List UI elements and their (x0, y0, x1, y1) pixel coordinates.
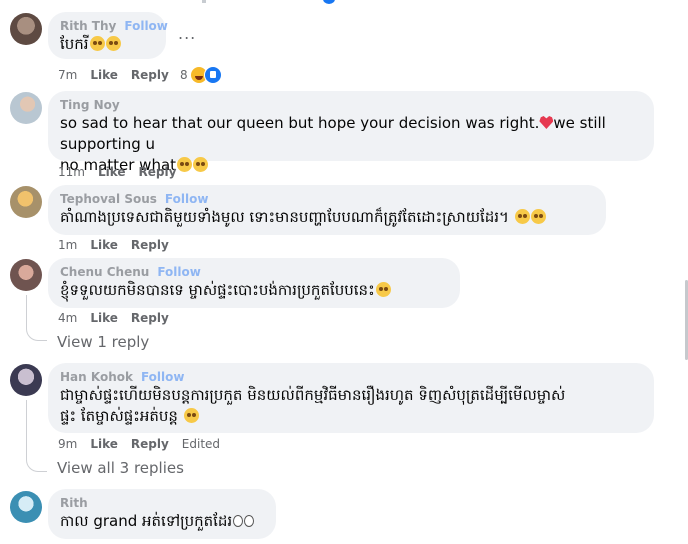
comment-actions: 1m Like Reply (58, 237, 182, 253)
pleading-emoji-icon (105, 36, 121, 51)
comment-time[interactable]: 4m (58, 310, 77, 326)
follow-link[interactable]: Follow (165, 192, 209, 206)
comment-text: so sad to hear that our queen but hope y… (60, 114, 540, 132)
more-options-icon[interactable]: ... (178, 24, 196, 43)
comment-author[interactable]: Rith Thy (60, 19, 116, 33)
comment-time[interactable]: 1m (58, 237, 77, 253)
thread-line (26, 295, 27, 327)
comment-text: គាំណាងប្រទេសជាតិមួយទាំងមូល ទោះមានបញ្ហាបែ… (60, 208, 509, 226)
comment-author[interactable]: Han Kohok (60, 370, 133, 384)
smile-emoji-icon (514, 209, 530, 224)
comment-time[interactable]: 11m (58, 164, 85, 180)
like-button[interactable]: Like (90, 436, 118, 452)
top-blue-indicator (323, 0, 335, 4)
follow-link[interactable]: Follow (157, 265, 201, 279)
comment-time[interactable]: 9m (58, 436, 77, 452)
avatar[interactable] (10, 259, 42, 291)
smiling-hearts-emoji-icon (193, 157, 209, 172)
comment-actions: 7m Like Reply (58, 67, 182, 83)
comment-author[interactable]: Chenu Chenu (60, 265, 149, 279)
comment-actions: 11m Like Reply (58, 164, 189, 180)
reaction-count: 8 (180, 68, 188, 82)
comment-bubble: Chenu Chenu Follow ខ្ញុំទទួលយកមិនបានទេ ម្… (48, 258, 460, 308)
comment-bubble: Ting Noy so sad to hear that our queen b… (48, 91, 654, 174)
avatar[interactable] (10, 186, 42, 218)
comment-actions: 4m Like Reply (58, 310, 182, 326)
top-divider-fragment (202, 0, 206, 3)
view-replies-link[interactable]: View 1 reply (57, 333, 149, 351)
like-button[interactable]: Like (98, 164, 126, 180)
comment-author[interactable]: Rith (60, 496, 264, 511)
reply-button[interactable]: Reply (131, 310, 169, 326)
reply-button[interactable]: Reply (139, 164, 177, 180)
thread-connector (26, 457, 47, 472)
reply-button[interactable]: Reply (131, 436, 169, 452)
like-button[interactable]: Like (90, 67, 118, 83)
comment-actions: 9m Like Reply Edited (58, 436, 233, 452)
reaction-summary[interactable]: 8 (180, 66, 222, 84)
avatar[interactable] (10, 364, 42, 396)
comment-text-line2: ផ្ទះ តែម្ចាស់ផ្ទះអត់បន្ត (60, 407, 178, 425)
comment-time[interactable]: 7m (58, 67, 77, 83)
follow-link[interactable]: Follow (141, 370, 185, 384)
eyes-emoji-icon (244, 515, 255, 527)
avatar[interactable] (10, 491, 42, 523)
comment-text: បែករី (60, 35, 89, 53)
edited-label: Edited (181, 437, 221, 451)
comment-bubble: Tephoval Sous Follow គាំណាងប្រទេសជាតិមួយទ… (48, 185, 606, 235)
comment-author[interactable]: Ting Noy (60, 98, 642, 113)
pleading-emoji-icon (375, 282, 391, 297)
smile-emoji-icon (530, 209, 546, 224)
comment-bubble: Rith កាល grand អត់ទៅប្រកួតដែរ (48, 489, 276, 539)
avatar[interactable] (10, 92, 42, 124)
avatar[interactable] (10, 13, 42, 45)
comment-text: ជាម្ចាស់ផ្ទះហើយមិនបន្តការប្រកួត មិនយល់ពី… (60, 386, 566, 404)
comment-text: ខ្ញុំទទួលយកមិនបានទេ ម្ចាស់ផ្ទះបោះបង់ការប… (60, 281, 375, 299)
reply-button[interactable]: Reply (131, 237, 169, 253)
like-reaction-icon (203, 66, 222, 84)
reply-button[interactable]: Reply (131, 67, 169, 83)
heart-emoji-icon (539, 116, 554, 129)
comment-author[interactable]: Tephoval Sous (60, 192, 157, 206)
view-replies-link[interactable]: View all 3 replies (57, 459, 184, 477)
grin-emoji-icon (89, 36, 105, 51)
like-button[interactable]: Like (90, 237, 118, 253)
eyes-emoji-icon (233, 515, 244, 527)
follow-link[interactable]: Follow (124, 19, 168, 33)
comment-bubble: Rith Thy Follow បែករី (48, 12, 168, 59)
thread-connector (26, 326, 47, 341)
comment-bubble: Han Kohok Follow ជាម្ចាស់ផ្ទះហើយមិនបន្តកា… (48, 363, 654, 433)
like-button[interactable]: Like (90, 310, 118, 326)
smile-emoji-icon (183, 408, 199, 423)
thread-line (26, 400, 27, 458)
comment-text: កាល grand អត់ទៅប្រកួតដែរ (60, 512, 233, 530)
